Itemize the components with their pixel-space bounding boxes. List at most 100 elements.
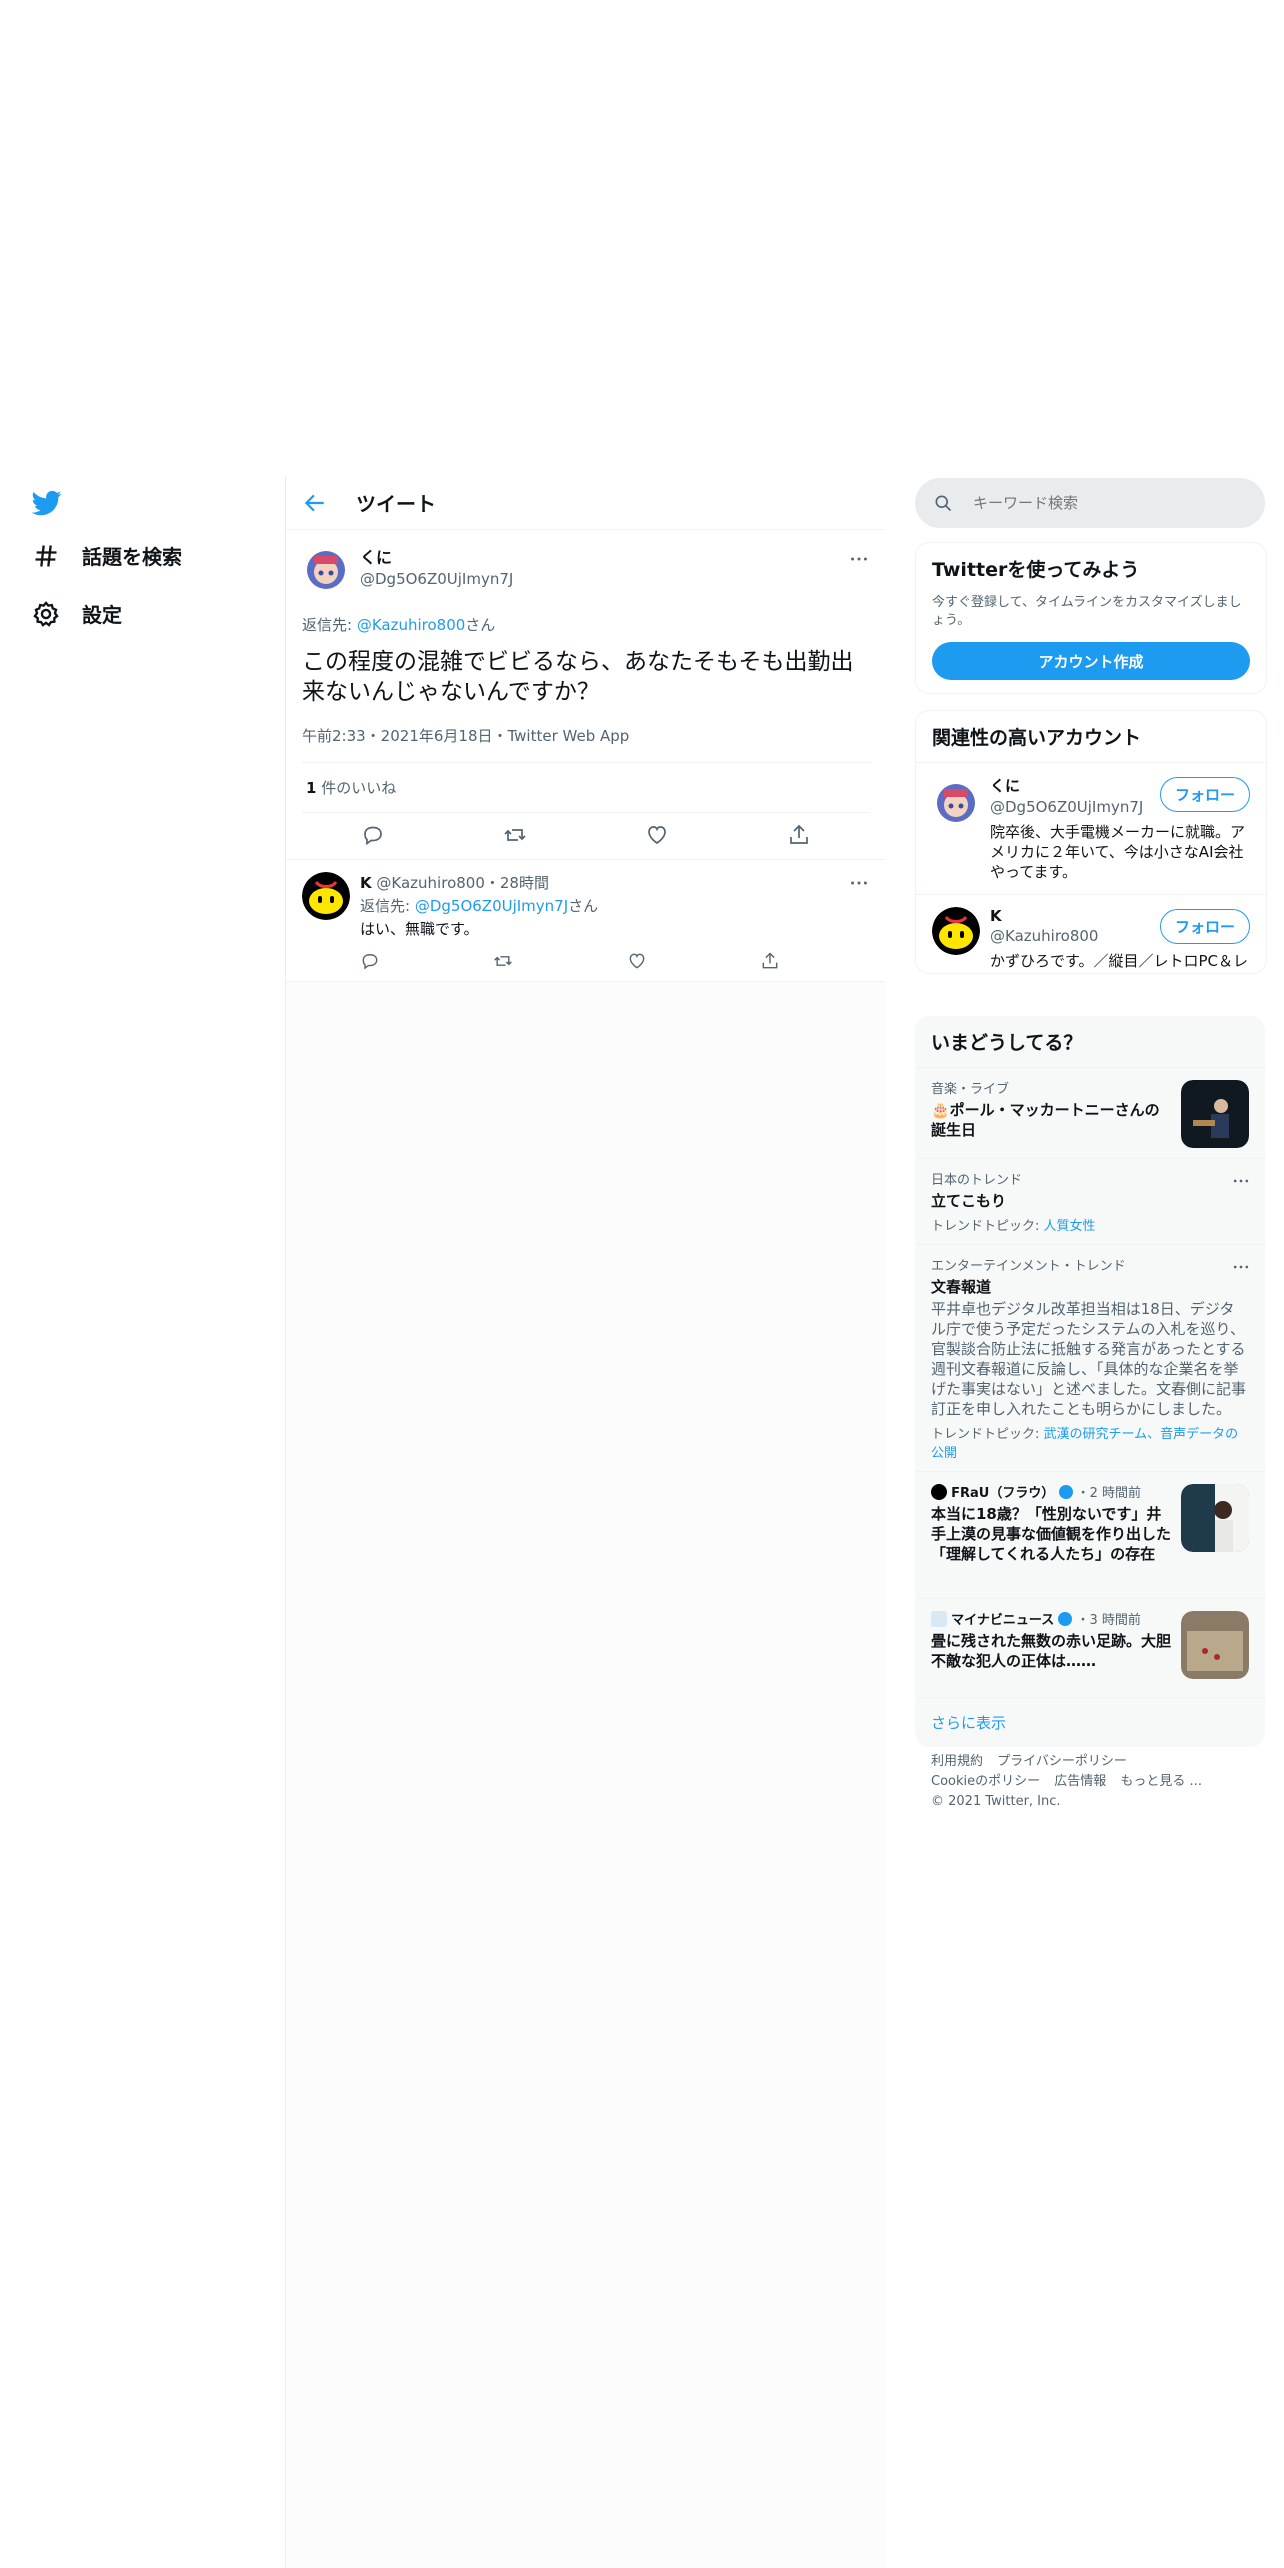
- trend-item[interactable]: 音楽・ライブ 🎂ポール・マッカートニーさんの誕生日: [915, 1067, 1265, 1158]
- share-icon[interactable]: [787, 823, 811, 847]
- footer-link-ads[interactable]: 広告情報: [1054, 1774, 1106, 1789]
- footer-link-terms[interactable]: 利用規約: [931, 1754, 983, 1769]
- trend-title: 🎂ポール・マッカートニーさんの誕生日: [931, 1101, 1160, 1139]
- avatar[interactable]: [302, 872, 350, 920]
- hashtag-icon: [35, 544, 57, 567]
- trend-description: 平井卓也デジタル改革担当相は18日、デジタル庁で使う予定だったシステムの入札を巡…: [931, 1300, 1247, 1418]
- trends-title: いまどうしてる？: [931, 1032, 1083, 1054]
- news-thumbnail: [1181, 1611, 1249, 1679]
- reply-actions: [360, 951, 780, 971]
- account-bio: 院卒後、大手電機メーカーに就職。アメリカに２年いて、今は小さなAI会社やってます…: [990, 823, 1246, 881]
- news-title: 本当に18歳？「性別ないです」井手上漠の見事な価値観を作り出した「理解してくれる…: [931, 1505, 1172, 1563]
- footer-link-more[interactable]: もっと見る ...: [1120, 1774, 1202, 1789]
- news-item[interactable]: FRaU（フラウ） ・2 時間前 本当に18歳？「性別ないです」井手上漠の見事な…: [915, 1471, 1265, 1598]
- trend-category: 日本のトレンド: [931, 1173, 1023, 1188]
- nav-settings-label: 設定: [82, 603, 122, 627]
- page-title: ツイート: [356, 492, 436, 516]
- reply-author-name[interactable]: K: [360, 874, 372, 892]
- signup-card: Twitterを使ってみよう 今すぐ登録して、タイムラインをカスタマイズしましょ…: [915, 542, 1267, 694]
- signup-desc: 今すぐ登録して、タイムラインをカスタマイズしましょう。: [932, 595, 1242, 628]
- trend-thumbnail: [1181, 1080, 1249, 1148]
- share-icon[interactable]: [760, 951, 780, 971]
- reply-time[interactable]: ・28時間: [485, 874, 549, 892]
- verified-icon: [1058, 1485, 1073, 1499]
- likes-number: 1: [306, 779, 317, 797]
- follow-button[interactable]: フォロー: [1159, 777, 1250, 812]
- search-icon: [935, 495, 952, 512]
- trend-title: 文春報道: [931, 1278, 992, 1296]
- create-account-button[interactable]: アカウント作成: [932, 642, 1250, 680]
- trend-item[interactable]: エンターテインメント・トレンド 文春報道 平井卓也デジタル改革担当相は18日、デ…: [915, 1244, 1265, 1471]
- follow-button[interactable]: フォロー: [1159, 909, 1250, 944]
- like-icon[interactable]: [645, 823, 669, 847]
- avatar[interactable]: [932, 775, 980, 823]
- twitter-logo-icon[interactable]: [30, 488, 64, 518]
- tweet-text: この程度の混雑でビビるなら、あなたそもそも出勤出来ないんじゃないんですか？: [302, 649, 854, 705]
- trend-category: エンターテインメント・トレンド: [931, 1259, 1126, 1274]
- avatar[interactable]: [932, 907, 980, 955]
- tweet-author-handle[interactable]: @Dg5O6Z0UjImyn7J: [360, 570, 513, 588]
- reply-prefix: 返信先:: [360, 897, 415, 915]
- left-navigation: 話題を検索 設定: [0, 476, 285, 2568]
- retweet-icon[interactable]: [503, 823, 527, 847]
- focused-tweet: くに @Dg5O6Z0UjImyn7J 返信先: @Kazuhiro800さん …: [286, 530, 886, 860]
- footer: 利用規約 プライバシーポリシー Cookieのポリシー 広告情報 もっと見る .…: [931, 1752, 1271, 1812]
- source-logo-icon: [931, 1484, 947, 1500]
- more-icon[interactable]: [1231, 1257, 1251, 1277]
- topic-link[interactable]: 人質女性: [1044, 1219, 1096, 1234]
- show-more-link[interactable]: さらに表示: [915, 1697, 1265, 1747]
- trends-card: いまどうしてる？ 音楽・ライブ 🎂ポール・マッカートニーさんの誕生日 日本のトレ…: [915, 1016, 1265, 1747]
- trend-topic: トレンドトピック: 人質女性: [931, 1215, 1249, 1234]
- news-time: ・3 時間前: [1076, 1613, 1141, 1628]
- news-item[interactable]: マイナビニュース ・3 時間前 畳に残された無数の赤い足跡。大胆不敵な犯人の正体…: [915, 1598, 1265, 1697]
- nav-settings[interactable]: 設定: [32, 599, 122, 628]
- nav-explore-label: 話題を検索: [82, 545, 182, 569]
- relevant-title: 関連性の高いアカウント: [932, 727, 1142, 749]
- search-box[interactable]: [915, 478, 1265, 528]
- reply-suffix: さん: [568, 897, 599, 915]
- topic-prefix: トレンドトピック:: [931, 1219, 1044, 1234]
- footer-link-privacy[interactable]: プライバシーポリシー: [997, 1754, 1127, 1769]
- tweet-author-name[interactable]: くに: [360, 544, 513, 568]
- footer-link-cookie[interactable]: Cookieのポリシー: [931, 1774, 1040, 1789]
- trend-title: 立てこもり: [931, 1192, 1007, 1210]
- tweet-meta[interactable]: 午前2:33・2021年6月18日・Twitter Web App: [302, 725, 870, 763]
- reply-icon[interactable]: [361, 823, 385, 847]
- account-item[interactable]: くに @Dg5O6Z0UjImyn7J 院卒後、大手電機メーカーに就職。アメリカ…: [916, 762, 1266, 894]
- reply-to-line: 返信先: @Kazuhiro800さん: [302, 614, 870, 635]
- search-input[interactable]: [971, 493, 1235, 513]
- retweet-icon[interactable]: [493, 951, 513, 971]
- news-source: FRaU（フラウ）: [951, 1486, 1055, 1501]
- news-thumbnail: [1181, 1484, 1249, 1552]
- likes-label: 件のいいね: [316, 779, 397, 797]
- reply-text: はい、無職です。: [360, 920, 479, 938]
- trend-topic: トレンドトピック: 武漢の研究チーム、音声データの公開: [931, 1423, 1249, 1461]
- signup-title: Twitterを使ってみよう: [932, 559, 1140, 581]
- reply-tweet[interactable]: K @Kazuhiro800・28時間 返信先: @Dg5O6Z0UjImyn7…: [286, 860, 886, 982]
- main-header: ツイート: [286, 476, 886, 530]
- main-column: ツイート くに @Dg5O6Z0UjImyn7J 返信先: @Kazuhiro8…: [285, 476, 887, 2568]
- more-icon[interactable]: [848, 872, 870, 894]
- reply-author-handle[interactable]: @Kazuhiro800: [376, 874, 484, 892]
- reply-to-link[interactable]: @Kazuhiro800: [357, 616, 465, 634]
- likes-count[interactable]: 1 件のいいね: [302, 763, 870, 813]
- tweet-actions: [302, 813, 870, 859]
- reply-to-line: 返信先: @Dg5O6Z0UjImyn7Jさん: [360, 895, 870, 916]
- more-icon[interactable]: [848, 548, 870, 570]
- verified-icon: [1058, 1612, 1073, 1626]
- back-arrow-icon[interactable]: [302, 490, 328, 516]
- source-logo-icon: [931, 1611, 947, 1627]
- account-bio: かずひろです。／縦目／レトロPC＆レトロゲーム／VR／中国／初音ミク: [990, 952, 1249, 973]
- reply-suffix: さん: [465, 616, 496, 634]
- trend-item[interactable]: 日本のトレンド 立てこもり トレンドトピック: 人質女性: [915, 1158, 1265, 1244]
- like-icon[interactable]: [627, 951, 647, 971]
- nav-explore[interactable]: 話題を検索: [32, 541, 182, 570]
- account-item[interactable]: K @Kazuhiro800 かずひろです。／縦目／レトロPC＆レトロゲーム／V…: [916, 894, 1266, 973]
- avatar[interactable]: [302, 542, 350, 590]
- right-sidebar: Twitterを使ってみよう 今すぐ登録して、タイムラインをカスタマイズしましょ…: [885, 476, 1284, 2568]
- more-icon[interactable]: [1231, 1171, 1251, 1191]
- relevant-accounts-card: 関連性の高いアカウント くに @Dg5O6Z0UjImyn7J 院卒後、大手電機…: [915, 710, 1267, 974]
- news-time: ・2 時間前: [1076, 1486, 1142, 1501]
- reply-icon[interactable]: [360, 951, 380, 971]
- reply-to-link[interactable]: @Dg5O6Z0UjImyn7J: [415, 897, 568, 915]
